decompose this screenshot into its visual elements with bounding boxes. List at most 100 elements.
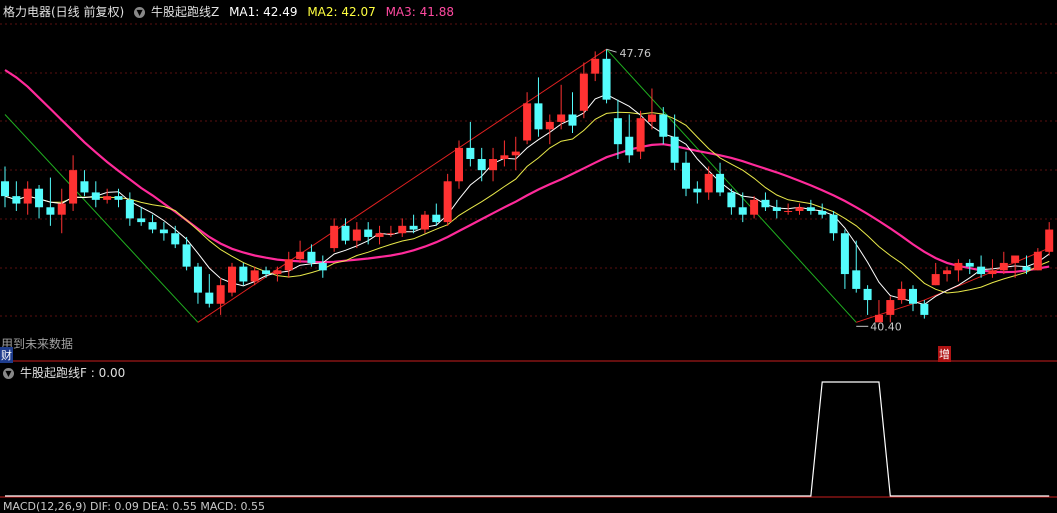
stock-title[interactable]: 格力电器(日线 前复权) — [3, 5, 124, 19]
candle-body — [727, 192, 736, 208]
candle-down — [670, 114, 679, 171]
candle-body — [307, 251, 316, 263]
candle-down — [829, 210, 838, 241]
candle-body — [398, 225, 407, 234]
candle-body — [534, 103, 543, 130]
candle-body — [954, 262, 963, 271]
candle-body — [125, 199, 134, 219]
candle-down — [659, 107, 668, 145]
cai-badge[interactable]: 财 — [0, 347, 13, 363]
candle-body — [182, 244, 191, 267]
candle-body — [80, 181, 89, 193]
candle-body — [511, 151, 520, 156]
candle-up — [1045, 222, 1054, 256]
candle-body — [750, 199, 759, 215]
candle-up — [228, 262, 236, 297]
zigzag-segment — [4, 114, 199, 323]
candle-down — [466, 121, 475, 167]
candle-body — [863, 288, 872, 301]
candle-body — [409, 225, 418, 230]
candle-up — [579, 62, 588, 119]
sub-header: ▼ 牛股起跑线F : 0.00 — [3, 364, 131, 381]
candle-body — [103, 196, 112, 200]
candle-body — [386, 233, 395, 235]
candle-down — [80, 170, 89, 197]
candle-body — [171, 233, 180, 245]
zeng-badge[interactable]: 增 — [938, 346, 951, 362]
macd-header: MACD(12,26,9) DIF: 0.09 DEA: 0.55 MACD: … — [3, 500, 266, 513]
candle-body — [352, 229, 361, 241]
candle-down — [613, 99, 622, 160]
stock-chart: 47.76 40.40 — [0, 23, 1057, 498]
candle-body — [239, 266, 248, 282]
candle-body — [341, 225, 350, 241]
candle-up — [795, 203, 804, 215]
candle-body — [364, 229, 373, 237]
candle-down — [125, 192, 134, 226]
sub-indicator-label[interactable]: 牛股起跑线F : 0.00 — [20, 366, 125, 380]
candle-body — [443, 181, 452, 223]
candle-down — [364, 222, 373, 245]
candle-body — [579, 73, 588, 111]
candle-up — [954, 259, 963, 282]
candle-down — [682, 151, 690, 197]
candle-up — [443, 173, 452, 226]
signal-f-line — [5, 381, 1050, 497]
candle-body — [806, 207, 815, 211]
candle-up — [23, 181, 32, 215]
candle-body — [909, 288, 917, 304]
candle-up — [455, 140, 463, 189]
high-price-label: 47.76 — [620, 47, 652, 60]
candle-down — [35, 185, 44, 219]
candle-body — [137, 218, 146, 223]
indicator-name[interactable]: 牛股起跑线Z — [151, 5, 219, 19]
candle-down — [193, 262, 202, 304]
chevron-down-icon[interactable]: ▼ — [3, 368, 14, 379]
candle-body — [999, 262, 1008, 271]
candle-body — [69, 170, 78, 204]
candle-body — [23, 188, 32, 204]
candle-up — [511, 136, 520, 171]
candle-body — [568, 114, 577, 126]
candle-body — [693, 188, 702, 193]
candle-body — [613, 118, 622, 145]
candle-body — [761, 199, 770, 208]
zigzag-segment — [606, 48, 857, 323]
candle-body — [977, 266, 986, 275]
candle-body — [1022, 266, 1031, 271]
candle-down — [761, 192, 770, 211]
candle-body — [262, 270, 271, 275]
candle-body — [193, 266, 202, 293]
candle-body — [318, 262, 327, 271]
candle-body — [852, 270, 861, 289]
candle-body — [57, 203, 66, 215]
candle-up — [886, 296, 895, 323]
ma1-label: MA1: 42.49 — [229, 5, 298, 19]
candle-body — [35, 188, 44, 208]
candle-up — [943, 266, 952, 282]
candle-body — [148, 222, 157, 230]
candle-up — [57, 188, 66, 234]
candle-up — [386, 225, 395, 237]
zigzag-lines — [4, 48, 1050, 323]
candle-body — [1, 181, 9, 197]
candle-body — [432, 214, 441, 223]
candle-body — [920, 303, 929, 315]
candle-body — [1033, 251, 1042, 271]
candle-body — [716, 173, 725, 193]
candle-up — [375, 225, 384, 245]
candle-body — [829, 214, 838, 234]
candle-up — [398, 218, 407, 237]
candle-up — [784, 203, 793, 215]
candle-body — [988, 270, 997, 275]
candle-body — [897, 288, 906, 301]
candle-body — [1045, 229, 1054, 252]
candle-body — [670, 136, 679, 163]
candle-down — [171, 225, 180, 249]
candle-body — [818, 210, 827, 215]
candle-body — [12, 196, 21, 204]
candle-body — [114, 196, 123, 200]
candle-up — [999, 251, 1008, 275]
chevron-down-icon[interactable]: ▼ — [134, 7, 146, 18]
candle-body — [159, 229, 168, 234]
